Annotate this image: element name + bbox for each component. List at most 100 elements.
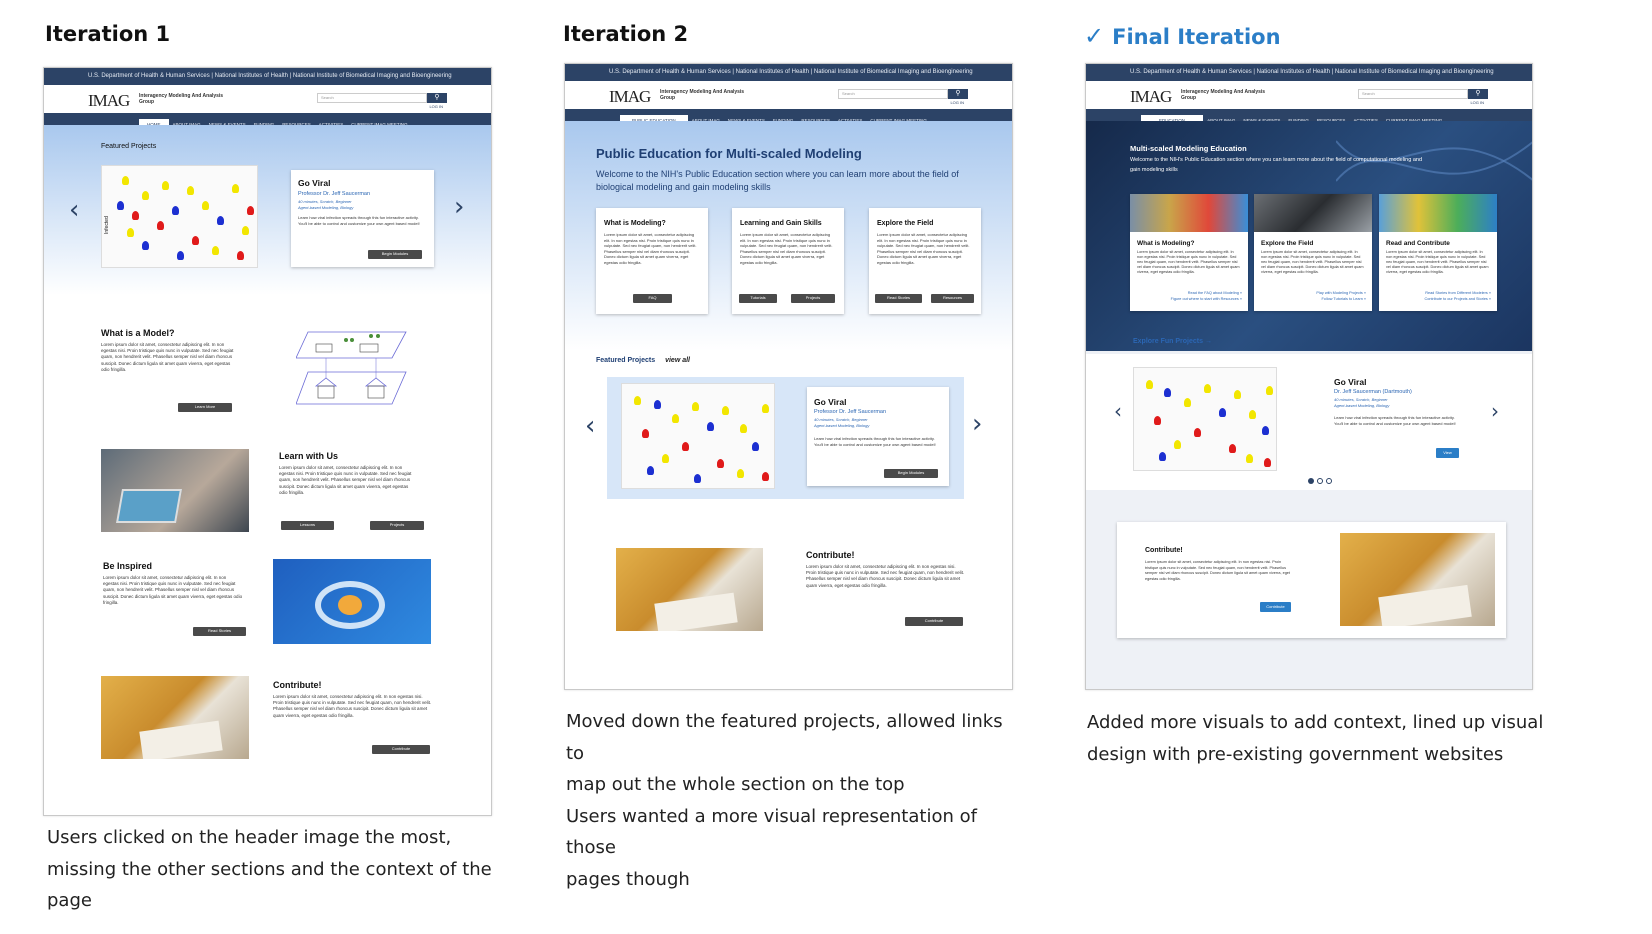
begin-modules-button[interactable]: Begin Modules — [884, 469, 938, 478]
contribute-button[interactable]: Contribute — [905, 617, 963, 626]
card-image — [1254, 194, 1372, 232]
site-header: IMAG Interagency Modeling And Analysis G… — [565, 81, 1012, 109]
view-button[interactable]: View — [1436, 448, 1459, 458]
login-link[interactable]: LOG IN — [1470, 100, 1484, 105]
search-input[interactable]: Search — [1358, 89, 1468, 99]
resources-button[interactable]: Resources — [931, 294, 974, 303]
card-links: Play with Modeling Projects » Follow Tut… — [1316, 290, 1366, 302]
featured-carousel: Go Viral Dr. Jeff Saucerman (Dartmouth) … — [1086, 354, 1532, 490]
featured-carousel: Go Viral Professor Dr. Jeff Saucerman 40… — [607, 377, 964, 499]
read-stories-button[interactable]: Read Stories — [193, 627, 246, 636]
carousel-prev-arrow[interactable]: ‹ — [585, 411, 595, 441]
iteration-1-caption: Users clicked on the header image the mo… — [47, 827, 492, 911]
contribute-button[interactable]: Contribute — [1260, 602, 1291, 612]
project-title[interactable]: Go Viral — [298, 178, 330, 188]
caption-line: Users wanted a more visual representatio… — [566, 805, 977, 859]
imag-logo[interactable]: IMAG — [609, 87, 651, 107]
carousel-prev-arrow[interactable]: ‹ — [69, 195, 79, 225]
contribute-text: Lorem ipsum dolor sit amet, consectetur … — [806, 564, 965, 588]
view-all-link[interactable]: view all — [665, 357, 690, 364]
carousel-dot[interactable] — [1326, 478, 1332, 484]
card-text: Lorem ipsum dolor sit amet, consectetur … — [740, 232, 833, 265]
final-iteration-title: ✓ Final Iteration — [1084, 22, 1281, 50]
writing-photo — [101, 676, 249, 759]
project-tags: Agent-based Modeling, Biology — [814, 423, 870, 428]
final-iteration-label: Final Iteration — [1112, 25, 1281, 49]
info-card: What is Modeling? Lorem ipsum dolor sit … — [1130, 194, 1248, 311]
search-input[interactable]: Search — [317, 93, 427, 103]
caption-line: Added more visuals to add context, lined… — [1087, 712, 1544, 733]
hero-title: Multi-scaled Modeling Education — [1130, 144, 1247, 153]
card-text: Lorem ipsum dolor sit amet, consectetur … — [877, 232, 970, 265]
resources-link[interactable]: Figure out where to start with Resources… — [1171, 296, 1242, 302]
caption-line: pages though — [566, 868, 690, 890]
card-title: Read and Contribute — [1386, 240, 1450, 247]
search-input[interactable]: Search — [838, 89, 948, 99]
search-button[interactable]: ⚲ — [1468, 89, 1488, 99]
simulation-image: Infected — [101, 165, 258, 268]
project-desc: Learn how viral infection spreads throug… — [1334, 415, 1456, 426]
section-title: Learn with Us — [279, 451, 339, 461]
faq-button[interactable]: FAQ — [633, 294, 672, 303]
card-title: Explore the Field — [877, 220, 934, 227]
carousel-next-arrow[interactable]: › — [1491, 399, 1499, 423]
project-author: Professor Dr. Jeff Saucerman — [814, 409, 887, 415]
section-title: Be Inspired — [103, 561, 153, 571]
contribute-title: Contribute! — [1145, 547, 1183, 554]
read-stories-button[interactable]: Read Stories — [875, 294, 922, 303]
logo-subtitle: Interagency Modeling And Analysis Group — [1181, 89, 1266, 101]
inspire-illustration — [273, 559, 431, 644]
learn-more-button[interactable]: Learn More — [178, 403, 232, 412]
card-text: Lorem ipsum dolor sit amet, consectetur … — [1137, 250, 1240, 274]
login-link[interactable]: LOG IN — [950, 100, 964, 105]
projects-button[interactable]: Projects — [370, 521, 424, 530]
info-card: Learning and Gain Skills Lorem ipsum dol… — [732, 208, 844, 314]
card-text: Lorem ipsum dolor sit amet, consectetur … — [1261, 250, 1364, 274]
projects-button[interactable]: Projects — [791, 294, 835, 303]
lessons-button[interactable]: Lessons — [281, 521, 334, 530]
contribute-link[interactable]: Contribute to our Projects and Stories » — [1425, 296, 1491, 302]
search-button[interactable]: ⚲ — [427, 93, 447, 103]
gov-banner: U.S. Department of Health & Human Servic… — [565, 64, 1012, 81]
project-title[interactable]: Go Viral — [814, 397, 846, 407]
featured-projects-label: Featured Projects — [101, 143, 157, 150]
carousel-next-arrow[interactable]: › — [454, 192, 464, 222]
search-button[interactable]: ⚲ — [948, 89, 968, 99]
card-title: Explore the Field — [1261, 240, 1314, 247]
begin-modules-button[interactable]: Begin Modules — [368, 250, 422, 259]
iteration-2-title: Iteration 2 — [563, 22, 689, 46]
hero-text: Welcome to the NIH's Public Education se… — [1130, 157, 1423, 173]
hero-text: Welcome to the NIH's Public Education se… — [596, 169, 959, 192]
final-iteration-caption: Added more visuals to add context, lined… — [1087, 707, 1547, 770]
imag-logo[interactable]: IMAG — [88, 91, 130, 111]
hero-title: Public Education for Multi-scaled Modeli… — [596, 146, 862, 161]
site-header: IMAG Interagency Modeling And Analysis G… — [44, 85, 491, 113]
project-tags: Agent-based Modeling, Biology — [1334, 403, 1390, 408]
caption-line: map out the whole section on the top — [566, 774, 905, 795]
model-diagram — [296, 331, 407, 405]
carousel-dot[interactable] — [1317, 478, 1323, 484]
card-image — [1130, 194, 1248, 232]
contribute-button[interactable]: Contribute — [372, 745, 430, 754]
login-link[interactable]: LOG IN — [429, 104, 443, 109]
tutorials-button[interactable]: Tutorials — [739, 294, 777, 303]
project-meta: 40 minutes, Scratch, Beginner — [1334, 397, 1388, 402]
contribute-text: Lorem ipsum dolor sit amet, consectetur … — [1145, 560, 1290, 581]
project-author: Dr. Jeff Saucerman (Dartmouth) — [1334, 389, 1412, 395]
card-text: Lorem ipsum dolor sit amet, consectetur … — [1386, 250, 1489, 274]
caption-line: design with pre-existing government webs… — [1087, 743, 1504, 765]
section-title: What is a Model? — [101, 328, 175, 338]
explore-fun-projects-link[interactable]: Explore Fun Projects → — [1133, 338, 1212, 345]
card-image — [1379, 194, 1497, 232]
imag-logo[interactable]: IMAG — [1130, 87, 1172, 107]
card-links: Read the FAQ about Modeling » Figure out… — [1171, 290, 1242, 302]
carousel-dot-active[interactable] — [1308, 478, 1314, 484]
iteration-1-mockup: U.S. Department of Health & Human Servic… — [43, 67, 492, 816]
project-title[interactable]: Go Viral — [1334, 377, 1366, 387]
logo-subtitle: Interagency Modeling And Analysis Group — [660, 89, 745, 101]
carousel-next-arrow[interactable]: › — [972, 409, 982, 439]
carousel-prev-arrow[interactable]: ‹ — [1114, 399, 1122, 423]
iteration-2-caption: Moved down the featured projects, allowe… — [566, 706, 1026, 895]
tutorials-link[interactable]: Follow Tutorials to Learn » — [1316, 296, 1366, 302]
card-title: Learning and Gain Skills — [740, 220, 822, 227]
